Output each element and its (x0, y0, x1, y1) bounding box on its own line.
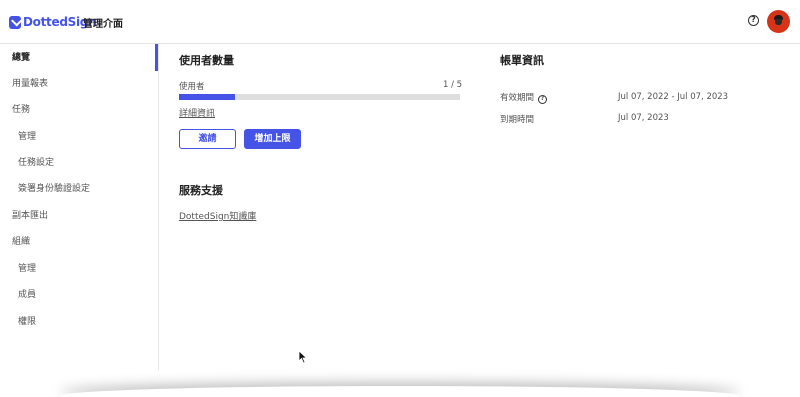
bottom-shadow (60, 386, 740, 397)
sidebar: 總覽 用量報表 任務 管理 任務設定 簽署身份驗證設定 副本匯出 組織 管理 成… (0, 44, 159, 370)
sidebar-item-task-manage[interactable]: 管理 (18, 128, 36, 146)
logo-mark-icon (9, 15, 21, 29)
help-icon[interactable]: ? (748, 15, 759, 26)
valid-period-row: 有效期間? (500, 91, 548, 104)
sidebar-item-overview[interactable]: 總覽 (12, 49, 30, 67)
valid-period-label: 有效期間 (500, 93, 535, 103)
app-title: 管理介面 (83, 19, 123, 30)
sidebar-item-usage-report[interactable]: 用量報表 (12, 75, 48, 93)
details-link[interactable]: 詳細資訊 (179, 106, 215, 119)
users-progress-bar (179, 94, 460, 100)
top-bar: DottedSign 管理介面 ? (0, 0, 800, 44)
avatar[interactable] (767, 10, 790, 33)
sidebar-item-tasks[interactable]: 任務 (12, 101, 30, 119)
support-title: 服務支援 (179, 184, 223, 197)
invite-button[interactable]: 邀請 (179, 129, 236, 149)
question-icon[interactable]: ? (538, 95, 548, 104)
sidebar-item-copy-export[interactable]: 副本匯出 (12, 207, 48, 225)
sidebar-item-task-settings[interactable]: 任務設定 (18, 154, 54, 172)
billing-title: 帳單資訊 (500, 54, 544, 67)
sidebar-item-permissions[interactable]: 權限 (18, 313, 36, 331)
sidebar-item-organization[interactable]: 組織 (12, 233, 30, 251)
mouse-cursor-icon (298, 350, 308, 364)
sidebar-item-org-manage[interactable]: 管理 (18, 260, 36, 278)
sidebar-active-indicator (155, 44, 158, 71)
expire-value: Jul 07, 2023 (618, 113, 669, 123)
increase-limit-button[interactable]: 增加上限 (244, 129, 301, 149)
sidebar-item-signer-verification[interactable]: 簽署身份驗證設定 (18, 180, 90, 198)
sidebar-item-members[interactable]: 成員 (18, 286, 36, 304)
knowledge-base-link[interactable]: DottedSign知識庫 (179, 209, 256, 222)
users-count: 1 / 5 (443, 80, 463, 90)
users-title: 使用者數量 (179, 54, 234, 67)
users-progress-fill (179, 94, 236, 100)
users-label: 使用者 (179, 82, 205, 92)
valid-period-value: Jul 07, 2022 - Jul 07, 2023 (618, 92, 729, 102)
expire-label: 到期時間 (500, 115, 535, 125)
